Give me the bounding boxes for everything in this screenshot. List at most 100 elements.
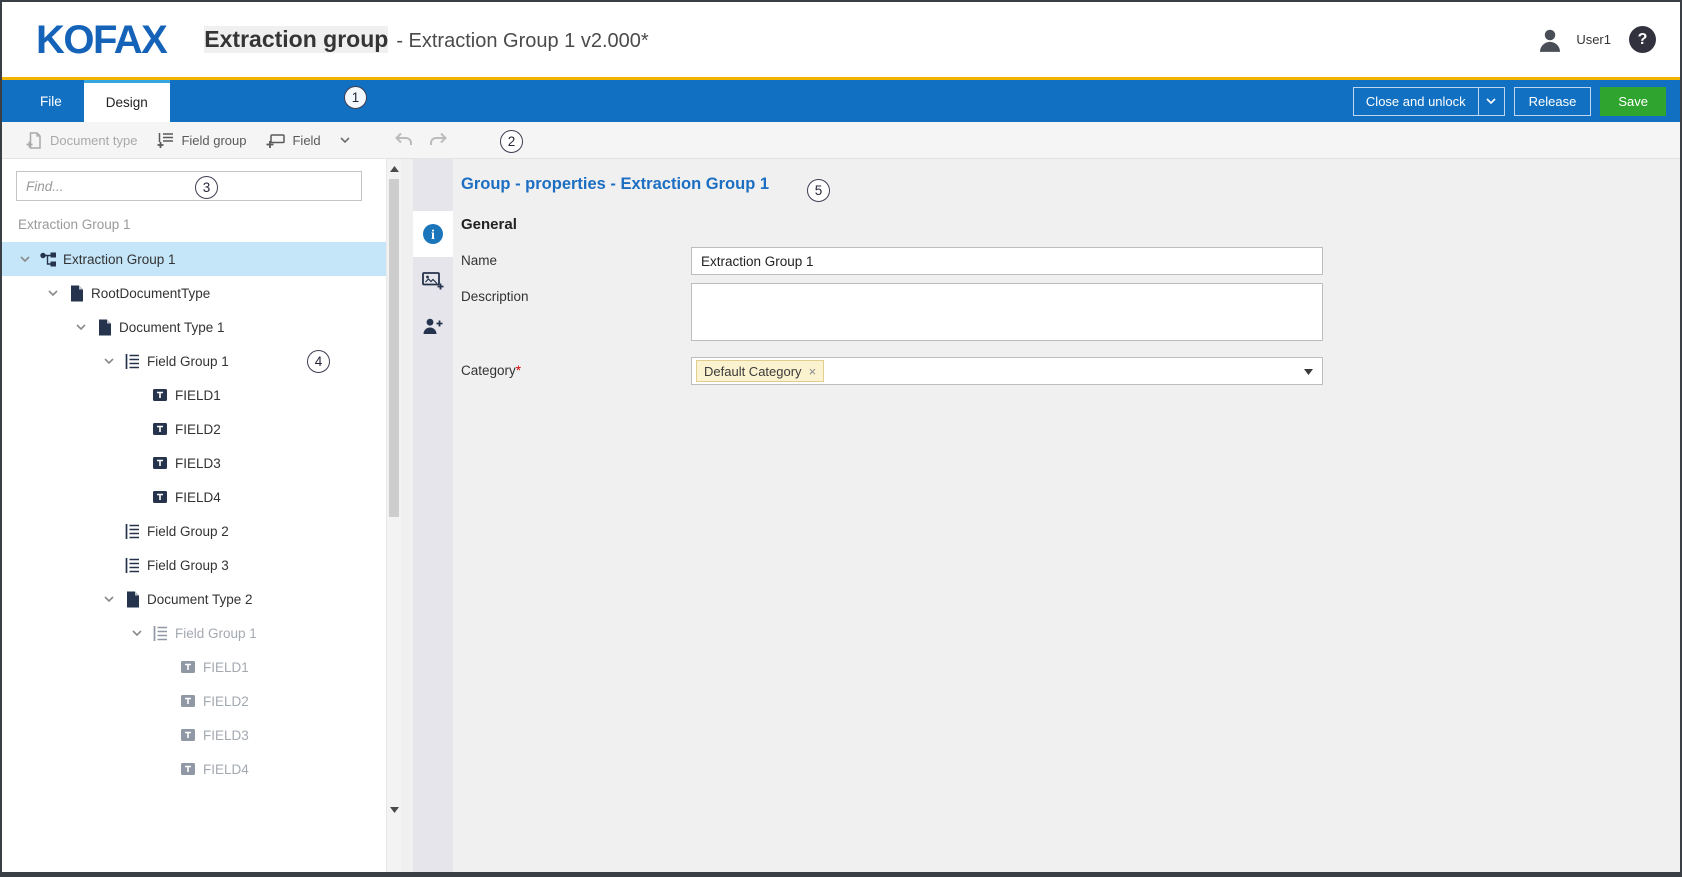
- caret-up-icon: [390, 166, 399, 172]
- tree-item-field1[interactable]: FIELD1: [2, 378, 401, 412]
- add-field-group-button[interactable]: Field group: [147, 122, 256, 158]
- close-and-unlock-button[interactable]: Close and unlock: [1353, 87, 1505, 116]
- properties-form: Group - properties - Extraction Group 1 …: [453, 159, 1680, 872]
- tree-item-label: FIELD3: [175, 456, 221, 471]
- properties-tab-users[interactable]: [413, 303, 453, 349]
- description-label: Description: [461, 283, 691, 341]
- header-right: User1 ?: [1534, 24, 1656, 56]
- chevron-down-icon[interactable]: [98, 358, 120, 364]
- undo-button[interactable]: [393, 132, 413, 148]
- field-add-icon: [266, 132, 285, 149]
- field-icon: [176, 762, 200, 776]
- close-and-unlock-dropdown[interactable]: [1478, 88, 1504, 115]
- chevron-down-icon: [340, 137, 350, 143]
- group-icon: [36, 251, 60, 267]
- undo-redo-group: [393, 132, 449, 148]
- tree-item-field-group-1[interactable]: Field Group 1: [2, 344, 401, 378]
- tree-item-extraction-group-1[interactable]: Extraction Group 1: [2, 242, 401, 276]
- field-group-icon: [120, 557, 144, 574]
- document-icon: [120, 591, 144, 608]
- tree-item-field2[interactable]: FIELD2: [2, 412, 401, 446]
- design-toolbar: Document type Field group Field: [2, 122, 1680, 159]
- properties-tab-general[interactable]: i: [413, 211, 453, 257]
- category-combobox[interactable]: Default Category ×: [691, 357, 1323, 385]
- tree-item-label: FIELD4: [175, 490, 221, 505]
- tree-item-field3[interactable]: FIELD3: [2, 718, 401, 752]
- chevron-down-icon[interactable]: [126, 630, 148, 636]
- tree-item-field4[interactable]: FIELD4: [2, 752, 401, 786]
- tree-item-label: FIELD3: [203, 728, 249, 743]
- tab-file[interactable]: File: [18, 80, 84, 122]
- description-row: Description: [461, 283, 1650, 341]
- add-field-button[interactable]: Field: [256, 122, 330, 158]
- dropdown-arrow-icon: [1304, 369, 1313, 375]
- svg-text:i: i: [431, 228, 435, 243]
- redo-icon: [429, 132, 449, 148]
- tree-item-field2[interactable]: FIELD2: [2, 684, 401, 718]
- sidebar-scrollbar[interactable]: [386, 159, 401, 872]
- name-label: Name: [461, 247, 691, 275]
- close-and-unlock-label: Close and unlock: [1354, 88, 1478, 115]
- ribbon-actions: Close and unlock Release Save: [1353, 80, 1680, 122]
- tree-item-label: Field Group 2: [147, 524, 229, 539]
- tree-item-label: Extraction Group 1: [63, 252, 176, 267]
- field-icon: [148, 456, 172, 470]
- save-button[interactable]: Save: [1600, 87, 1666, 116]
- release-button[interactable]: Release: [1514, 87, 1592, 116]
- ribbon-bar: File Design Close and unlock Release Sav…: [2, 80, 1680, 122]
- help-button[interactable]: ?: [1629, 26, 1656, 53]
- required-marker: *: [516, 363, 521, 378]
- chevron-down-icon: [1486, 98, 1496, 104]
- tree-item-field3[interactable]: FIELD3: [2, 446, 401, 480]
- field-icon: [148, 422, 172, 436]
- name-row: Name: [461, 247, 1650, 275]
- document-tree: Extraction Group 1 RootDocumentType Docume…: [2, 242, 401, 786]
- description-field[interactable]: [691, 283, 1323, 341]
- tab-design[interactable]: Design: [84, 80, 170, 122]
- redo-button[interactable]: [429, 132, 449, 148]
- tree-item-document-type-2[interactable]: Document Type 2: [2, 582, 401, 616]
- kofax-logo: KOFAX: [36, 20, 166, 60]
- card-plus-icon: [422, 271, 444, 290]
- search-input[interactable]: [16, 171, 362, 201]
- scroll-up-button[interactable]: [387, 162, 401, 176]
- callout-1: 1: [344, 86, 367, 109]
- tree-item-field-group-1[interactable]: Field Group 1: [2, 616, 401, 650]
- chevron-down-icon[interactable]: [14, 256, 36, 262]
- field-group-icon: [148, 625, 172, 642]
- app-header: KOFAX Extraction group - Extraction Grou…: [2, 2, 1680, 77]
- category-tag: Default Category ×: [696, 360, 824, 382]
- chevron-down-icon[interactable]: [42, 290, 64, 296]
- document-icon: [92, 319, 116, 336]
- add-field-group-label: Field group: [181, 133, 246, 148]
- tree-item-field1[interactable]: FIELD1: [2, 650, 401, 684]
- name-field[interactable]: [691, 247, 1323, 275]
- tree-item-document-type-1[interactable]: Document Type 1: [2, 310, 401, 344]
- add-document-type-button[interactable]: Document type: [16, 122, 147, 158]
- general-section-heading: General: [461, 216, 1650, 233]
- page-title: Extraction group - Extraction Group 1 v2…: [204, 26, 648, 53]
- field-icon: [176, 660, 200, 674]
- tree-item-field-group-2[interactable]: Field Group 2: [2, 514, 401, 548]
- field-icon: [176, 694, 200, 708]
- properties-panel: i Group - properties - Extraction Group …: [401, 159, 1680, 872]
- remove-tag-button[interactable]: ×: [809, 364, 817, 379]
- chevron-down-icon[interactable]: [98, 596, 120, 602]
- scroll-down-button[interactable]: [387, 803, 401, 817]
- tree-item-label: FIELD1: [203, 660, 249, 675]
- tree-item-rootdocumenttype[interactable]: RootDocumentType: [2, 276, 401, 310]
- scrollbar-thumb[interactable]: [389, 179, 399, 517]
- tree-sidebar: Extraction Group 1 Extraction Group 1 Roo…: [2, 159, 401, 872]
- tree-item-label: FIELD4: [203, 762, 249, 777]
- username-label: User1: [1576, 32, 1611, 47]
- user-plus-icon: [422, 317, 444, 336]
- chevron-down-icon[interactable]: [70, 324, 92, 330]
- tree-item-field4[interactable]: FIELD4: [2, 480, 401, 514]
- page-title-sub: - Extraction Group 1 v2.000*: [396, 30, 648, 53]
- tree-item-field-group-3[interactable]: Field Group 3: [2, 548, 401, 582]
- field-type-dropdown[interactable]: [331, 137, 359, 143]
- properties-tab-categories[interactable]: [413, 257, 453, 303]
- tree-item-label: Document Type 1: [119, 320, 225, 335]
- tree-item-label: FIELD1: [175, 388, 221, 403]
- undo-icon: [393, 132, 413, 148]
